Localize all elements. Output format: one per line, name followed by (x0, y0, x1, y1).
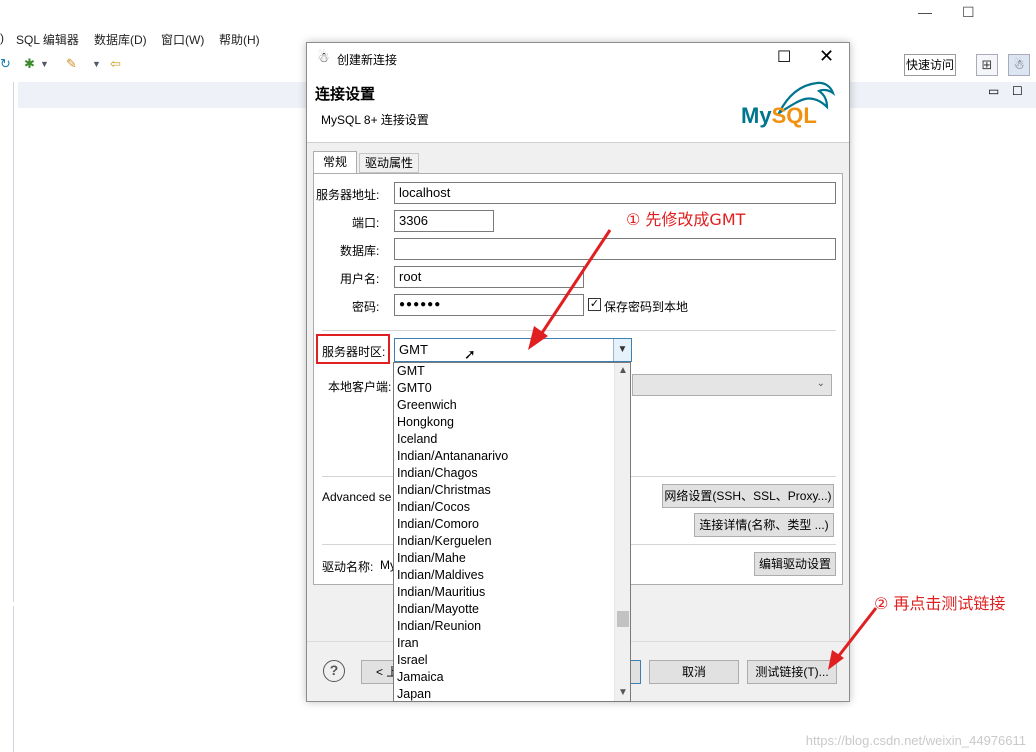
left-panel (0, 82, 14, 602)
tab-general[interactable]: 常规 (313, 151, 357, 173)
maximize-icon[interactable]: ☐ (777, 47, 791, 67)
timezone-option[interactable]: GMT (397, 363, 425, 380)
mouse-cursor-icon: ➚ (464, 346, 476, 362)
chevron-down-icon[interactable]: ⌄ (817, 378, 825, 389)
user-label: 用户名: (340, 272, 380, 286)
timezone-option[interactable]: Israel (397, 652, 428, 669)
timezone-option[interactable]: Indian/Antananarivo (397, 448, 508, 465)
timezone-label: 服务器时区: (322, 345, 386, 359)
timezone-option[interactable]: Indian/Chagos (397, 465, 478, 482)
dbeaver-perspective-icon[interactable]: ☃ (1008, 54, 1030, 76)
scroll-down-icon[interactable]: ▼ (615, 685, 630, 701)
page-subtitle: MySQL 8+ 连接设置 (321, 113, 429, 127)
timezone-option[interactable]: Indian/Cocos (397, 499, 470, 516)
timezone-option[interactable]: Indian/Mahe (397, 550, 466, 567)
timezone-option[interactable]: Indian/Mauritius (397, 584, 485, 601)
open-perspective-icon[interactable]: ⊞ (976, 54, 998, 76)
ide-menubar: ) SQL 编辑器 数据库(D) 窗口(W) 帮助(H) (0, 28, 300, 48)
menu-item-partial[interactable]: ) (0, 31, 4, 45)
connection-details-button[interactable]: 连接详情(名称、类型 ...) (694, 513, 834, 537)
timezone-option[interactable]: Indian/Reunion (397, 618, 481, 635)
timezone-option[interactable]: Japan (397, 686, 431, 701)
annotation-step-2: ② 再点击测试链接 (874, 594, 1006, 613)
page-title: 连接设置 (315, 86, 376, 103)
close-icon[interactable]: ✕ (819, 46, 834, 67)
annotation-step-1: ① 先修改成GMT (626, 210, 746, 229)
editor-tabbar (18, 82, 306, 108)
host-label: 服务器地址: (316, 188, 380, 202)
chevron-down-icon[interactable]: ▼ (40, 59, 49, 69)
mysql-logo: MySQL (741, 103, 817, 128)
password-label: 密码: (352, 300, 380, 314)
timezone-option[interactable]: Iran (397, 635, 419, 652)
scrollbar-thumb[interactable] (617, 611, 629, 627)
scroll-up-icon[interactable]: ▲ (615, 363, 630, 379)
dialog-title: 创建新连接 (337, 53, 398, 67)
refresh-icon[interactable]: ↻ (0, 56, 11, 72)
right-tabbar: ▭ ☐ (850, 82, 1036, 108)
advanced-settings-label: Advanced se (322, 490, 392, 504)
driver-name-label: 驱动名称: (322, 560, 374, 574)
minimize-view-icon[interactable]: ▭ (988, 84, 999, 98)
debug-icon[interactable]: ✱ (24, 56, 35, 72)
timezone-dropdown-list[interactable]: GMT GMT0 Greenwich Hongkong Iceland Indian/An… (393, 362, 631, 702)
timezone-option[interactable]: Greenwich (397, 397, 457, 414)
help-icon[interactable]: ? (323, 660, 345, 682)
timezone-option[interactable]: Hongkong (397, 414, 454, 431)
maximize-view-icon[interactable]: ☐ (1012, 84, 1023, 98)
network-settings-button[interactable]: 网络设置(SSH、SSL、Proxy...) (662, 484, 834, 508)
timezone-combo-value: GMT (399, 342, 428, 357)
port-label: 端口: (352, 216, 380, 230)
local-client-label: 本地客户端: (328, 380, 392, 394)
menu-item-window[interactable]: 窗口(W) (161, 31, 204, 48)
menu-item-help[interactable]: 帮助(H) (219, 31, 260, 48)
wand-icon[interactable]: ✎ (66, 56, 77, 72)
edit-driver-button[interactable]: 编辑驱动设置 (754, 552, 836, 576)
database-label: 数据库: (340, 244, 380, 258)
quick-access-field[interactable]: 快速访问 (904, 54, 956, 76)
menu-item-database[interactable]: 数据库(D) (94, 31, 147, 48)
dbeaver-icon: ☃ (317, 49, 330, 65)
local-client-combo[interactable]: ⌄ (632, 374, 832, 396)
maximize-icon[interactable]: ☐ (962, 4, 975, 21)
timezone-option[interactable]: Indian/Kerguelen (397, 533, 492, 550)
ide-toolbar: ↻ ✱ ▼ ✎ ▼ ⇦ (0, 52, 306, 78)
dialog-titlebar: ☃ 创建新连接 ☐ ✕ (307, 43, 849, 73)
annotation-arrow-2 (828, 607, 878, 670)
menu-item-sql-editor[interactable]: SQL 编辑器 (16, 31, 79, 48)
timezone-option[interactable]: GMT0 (397, 380, 432, 397)
watermark: https://blog.csdn.net/weixin_44976611 (805, 733, 1026, 748)
chevron-down-icon[interactable]: ▼ (92, 59, 101, 69)
dialog-header: 连接设置 MySQL 8+ 连接设置 MySQL (307, 73, 849, 143)
timezone-option[interactable]: Indian/Mayotte (397, 601, 479, 618)
host-input[interactable]: localhost (394, 182, 836, 204)
timezone-option[interactable]: Iceland (397, 431, 437, 448)
annotation-arrow-1 (528, 229, 612, 350)
dropdown-scrollbar[interactable]: ▲ ▼ (614, 363, 630, 701)
timezone-option[interactable]: Indian/Christmas (397, 482, 491, 499)
back-arrow-icon[interactable]: ⇦ (110, 56, 121, 72)
tab-driver-properties[interactable]: 驱动属性 (359, 153, 419, 173)
port-input[interactable]: 3306 (394, 210, 494, 232)
cancel-button[interactable]: 取消 (649, 660, 739, 684)
left-panel-bottom (0, 606, 14, 752)
timezone-option[interactable]: Indian/Maldives (397, 567, 484, 584)
timezone-option[interactable]: Indian/Comoro (397, 516, 479, 533)
timezone-option[interactable]: Jamaica (397, 669, 444, 686)
minimize-icon[interactable]: — (918, 4, 932, 20)
